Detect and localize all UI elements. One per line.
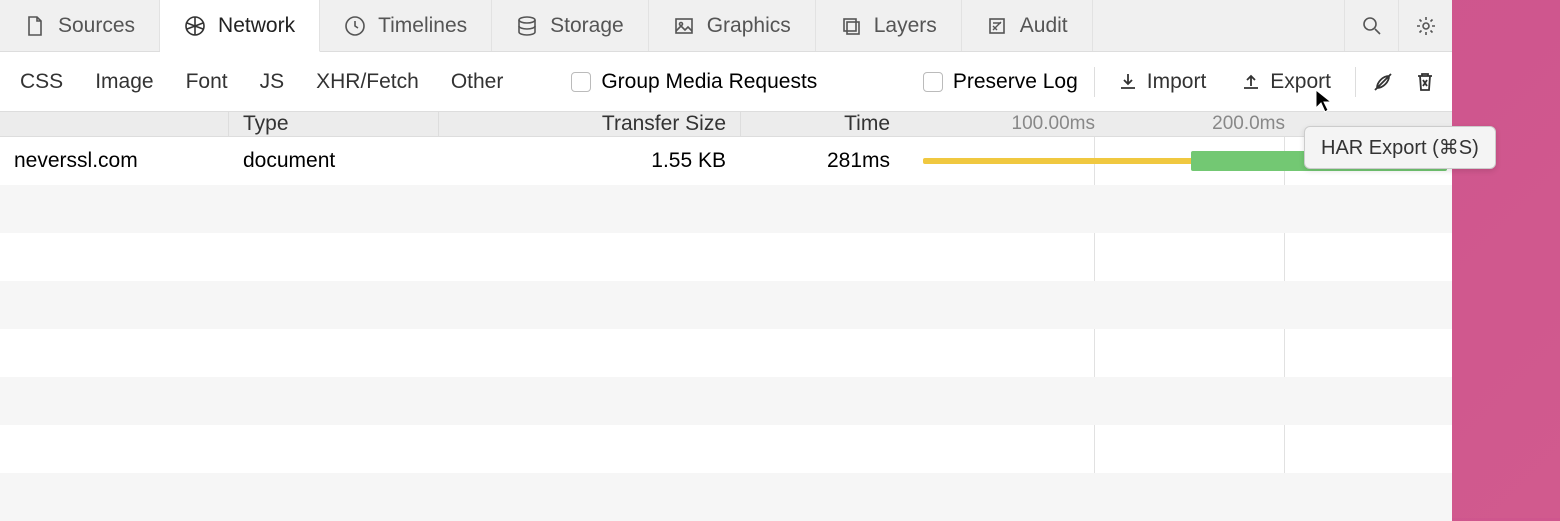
settings-button[interactable] — [1398, 0, 1452, 51]
filter-font[interactable]: Font — [172, 66, 242, 98]
divider — [1355, 67, 1356, 97]
tab-label: Storage — [550, 14, 624, 38]
requests-table: Type Transfer Size Time 100.00ms 200.0ms… — [0, 112, 1452, 518]
cell-time: 281ms — [740, 149, 904, 173]
table-row[interactable]: neverssl.com document 1.55 KB 281ms — [0, 137, 1452, 185]
table-row — [0, 377, 1452, 425]
table-row — [0, 281, 1452, 329]
database-icon — [516, 15, 538, 37]
export-button[interactable]: Export — [1224, 64, 1349, 100]
download-icon — [1119, 72, 1137, 92]
button-label: Export — [1270, 70, 1331, 94]
checkbox-box — [923, 72, 943, 92]
table-row — [0, 425, 1452, 473]
tab-layers[interactable]: Layers — [816, 0, 962, 51]
table-header-row: Type Transfer Size Time 100.00ms 200.0ms — [0, 112, 1452, 137]
tab-storage[interactable]: Storage — [492, 0, 649, 51]
tab-label: Sources — [58, 14, 135, 38]
search-icon — [1362, 16, 1382, 36]
checkbox-label: Preserve Log — [953, 70, 1078, 94]
gear-icon — [1415, 15, 1437, 37]
tab-label: Timelines — [378, 14, 467, 38]
document-icon — [24, 15, 46, 37]
table-row — [0, 473, 1452, 521]
tab-bar: Sources Network Timelines Storage Graphi… — [0, 0, 1452, 52]
clock-icon — [344, 15, 366, 37]
cell-name: neverssl.com — [0, 149, 228, 173]
filter-js[interactable]: JS — [246, 66, 299, 98]
table-row — [0, 233, 1452, 281]
table-body: neverssl.com document 1.55 KB 281ms — [0, 137, 1452, 521]
time-tick-label: 200.0ms — [1212, 113, 1285, 135]
export-tooltip: HAR Export (⌘S) — [1304, 126, 1496, 169]
tab-audit[interactable]: Audit — [962, 0, 1093, 51]
col-header-time[interactable]: Time — [740, 112, 904, 136]
table-row — [0, 329, 1452, 377]
table-row — [0, 185, 1452, 233]
search-button[interactable] — [1344, 0, 1398, 51]
checkbox-box — [571, 72, 591, 92]
divider — [1094, 67, 1095, 97]
waterfall-wait-bar — [923, 158, 1193, 164]
tab-label: Audit — [1020, 14, 1068, 38]
filter-image[interactable]: Image — [81, 66, 167, 98]
filter-css[interactable]: CSS — [6, 66, 77, 98]
clear-button[interactable] — [1404, 64, 1446, 100]
image-icon — [673, 15, 695, 37]
tab-graphics[interactable]: Graphics — [649, 0, 816, 51]
upload-icon — [1242, 72, 1260, 92]
filter-xhr-fetch[interactable]: XHR/Fetch — [302, 66, 433, 98]
leaf-slash-icon — [1372, 71, 1394, 93]
filter-other[interactable]: Other — [437, 66, 518, 98]
network-toolbar: CSS Image Font JS XHR/Fetch Other Group … — [0, 52, 1452, 112]
disable-cache-button[interactable] — [1362, 64, 1404, 100]
tab-sources[interactable]: Sources — [0, 0, 160, 51]
network-icon — [184, 15, 206, 37]
checkbox-label: Group Media Requests — [601, 70, 817, 94]
preserve-log-checkbox[interactable]: Preserve Log — [913, 70, 1088, 94]
time-tick-label: 100.00ms — [1012, 113, 1095, 135]
import-button[interactable]: Import — [1101, 64, 1225, 100]
cell-size: 1.55 KB — [438, 149, 740, 173]
tab-label: Network — [218, 14, 295, 38]
layers-icon — [840, 15, 862, 37]
tab-label: Layers — [874, 14, 937, 38]
col-header-type[interactable]: Type — [228, 112, 438, 136]
trash-icon — [1415, 71, 1435, 93]
tab-label: Graphics — [707, 14, 791, 38]
cell-type: document — [228, 149, 438, 173]
button-label: Import — [1147, 70, 1207, 94]
devtools-panel: Sources Network Timelines Storage Graphi… — [0, 0, 1452, 518]
tab-timelines[interactable]: Timelines — [320, 0, 492, 51]
col-header-transfer-size[interactable]: Transfer Size — [438, 112, 740, 136]
tab-network[interactable]: Network — [160, 0, 320, 52]
group-media-checkbox[interactable]: Group Media Requests — [561, 70, 827, 94]
audit-icon — [986, 15, 1008, 37]
